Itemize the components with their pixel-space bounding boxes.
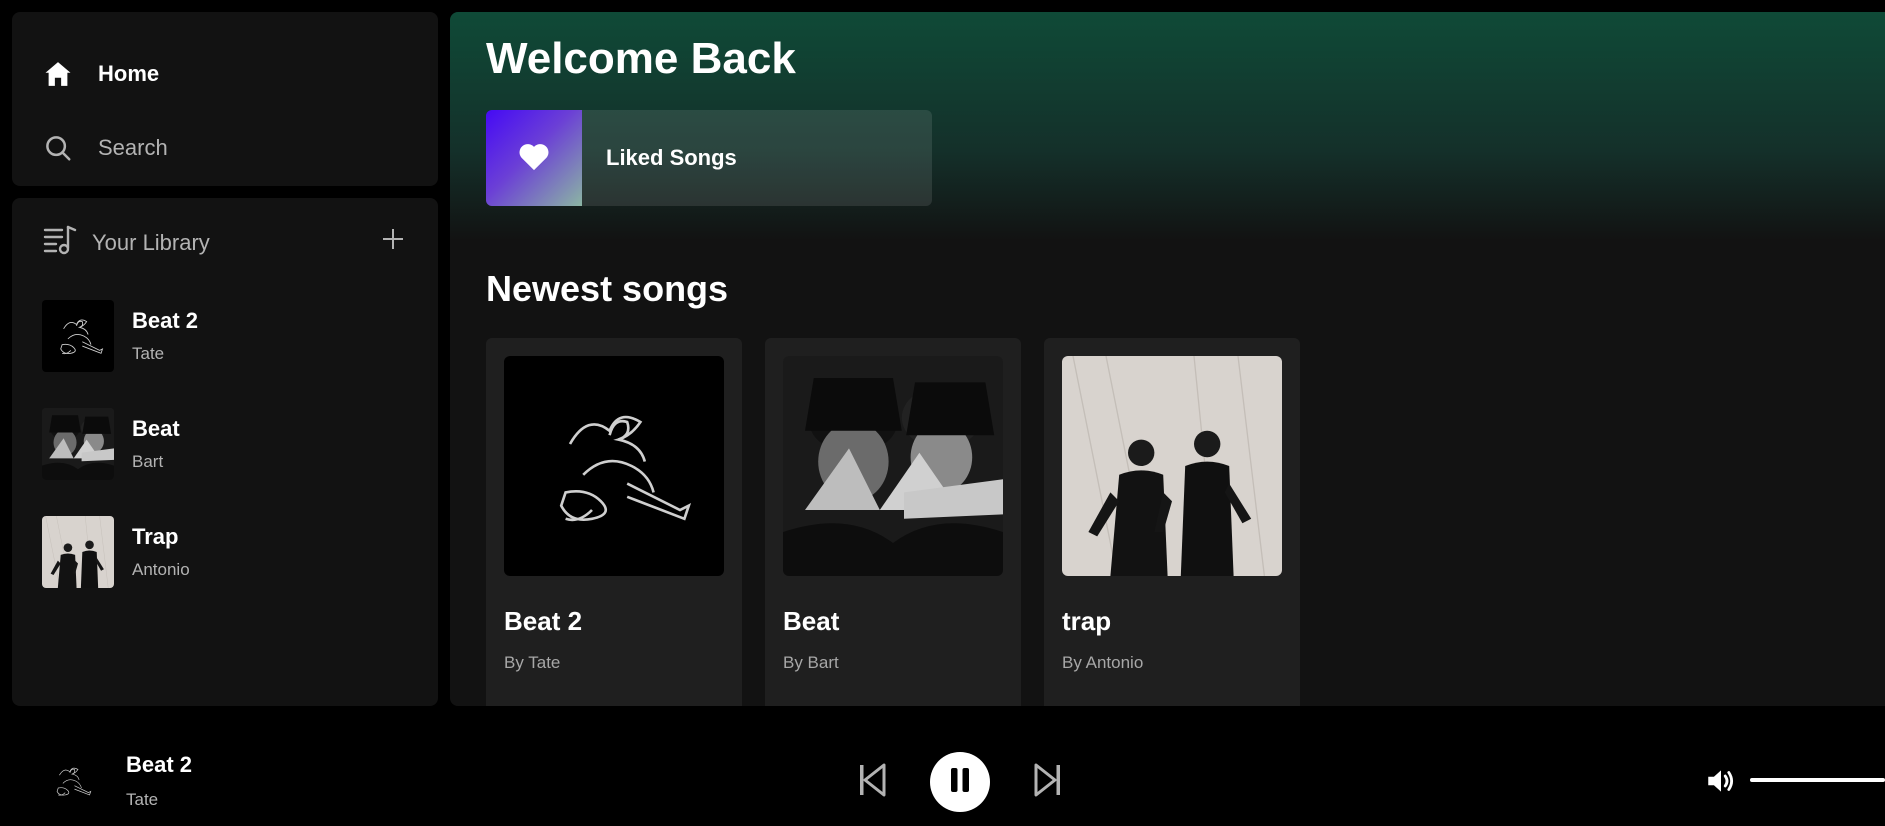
- now-playing-title[interactable]: Beat 2: [126, 752, 192, 778]
- library-item-artist: Bart: [132, 452, 164, 471]
- cover-art-duo: [42, 408, 114, 480]
- library-item-title: Beat: [132, 416, 180, 441]
- nav-item-home[interactable]: Home: [42, 58, 159, 90]
- song-card-title: Beat: [783, 606, 840, 636]
- cover-art-cupid: [42, 300, 114, 372]
- library-panel: Your Library Beat 2 Tate Beat Bart Trap …: [12, 198, 438, 706]
- app-root: Home Search Your Library Beat 2 Tate Bea…: [0, 0, 1885, 826]
- song-card[interactable]: Beat By Bart: [765, 338, 1021, 706]
- search-icon: [42, 132, 74, 164]
- skip-back-icon: [858, 763, 886, 802]
- library-item-title: Trap: [132, 524, 179, 549]
- page-title: Welcome Back: [486, 34, 796, 83]
- song-card-subtitle: By Antonio: [1062, 653, 1144, 672]
- now-playing-artist[interactable]: Tate: [126, 790, 158, 810]
- volume-icon[interactable]: [1704, 764, 1738, 798]
- nav-item-search[interactable]: Search: [42, 132, 168, 164]
- cover-art-duo: [783, 356, 1003, 576]
- song-card-title: trap: [1062, 606, 1112, 636]
- now-playing-art[interactable]: [42, 752, 100, 810]
- home-icon: [42, 58, 74, 90]
- library-list: Beat 2 Tate Beat Bart Trap Antonio: [42, 300, 412, 624]
- list-item[interactable]: Beat Bart: [42, 408, 412, 480]
- pause-button[interactable]: [930, 752, 990, 812]
- heart-icon: [517, 140, 551, 177]
- cover-art-pair: [1062, 356, 1282, 576]
- liked-songs-art: [486, 110, 582, 206]
- liked-songs-tile[interactable]: Liked Songs: [486, 110, 932, 206]
- nav-panel: Home Search: [12, 12, 438, 186]
- library-icon: [42, 224, 78, 261]
- pause-icon: [948, 767, 972, 798]
- song-card[interactable]: Beat 2 By Tate: [486, 338, 742, 706]
- plus-icon: [381, 227, 405, 256]
- next-button[interactable]: [1032, 762, 1064, 802]
- song-card-subtitle: By Bart: [783, 653, 839, 672]
- skip-forward-icon: [1034, 763, 1062, 802]
- library-item-artist: Antonio: [132, 560, 190, 579]
- song-card-title: Beat 2: [504, 606, 583, 636]
- song-card[interactable]: trap By Antonio: [1044, 338, 1300, 706]
- song-cards: Beat 2 By Tate Beat By Bart trap By Anto…: [486, 338, 1300, 706]
- library-item-artist: Tate: [132, 344, 165, 363]
- library-item-title: Beat 2: [132, 308, 199, 333]
- liked-songs-label: Liked Songs: [606, 145, 737, 170]
- main-content: Welcome Back Liked Songs Newest songs Be…: [450, 12, 1885, 706]
- previous-button[interactable]: [856, 762, 888, 802]
- player-bar: Beat 2 Tate: [0, 706, 1885, 826]
- list-item[interactable]: Beat 2 Tate: [42, 300, 412, 372]
- nav-search-label: Search: [98, 135, 168, 160]
- volume-slider[interactable]: [1750, 778, 1885, 782]
- song-card-subtitle: By Tate: [504, 653, 561, 672]
- cover-art-cupid: [504, 356, 724, 576]
- library-header[interactable]: Your Library: [42, 224, 210, 261]
- cover-art-pair: [42, 516, 114, 588]
- library-title: Your Library: [92, 229, 210, 255]
- nav-home-label: Home: [98, 61, 160, 86]
- add-playlist-button[interactable]: [378, 226, 408, 256]
- list-item[interactable]: Trap Antonio: [42, 516, 412, 588]
- section-title: Newest songs: [486, 268, 729, 309]
